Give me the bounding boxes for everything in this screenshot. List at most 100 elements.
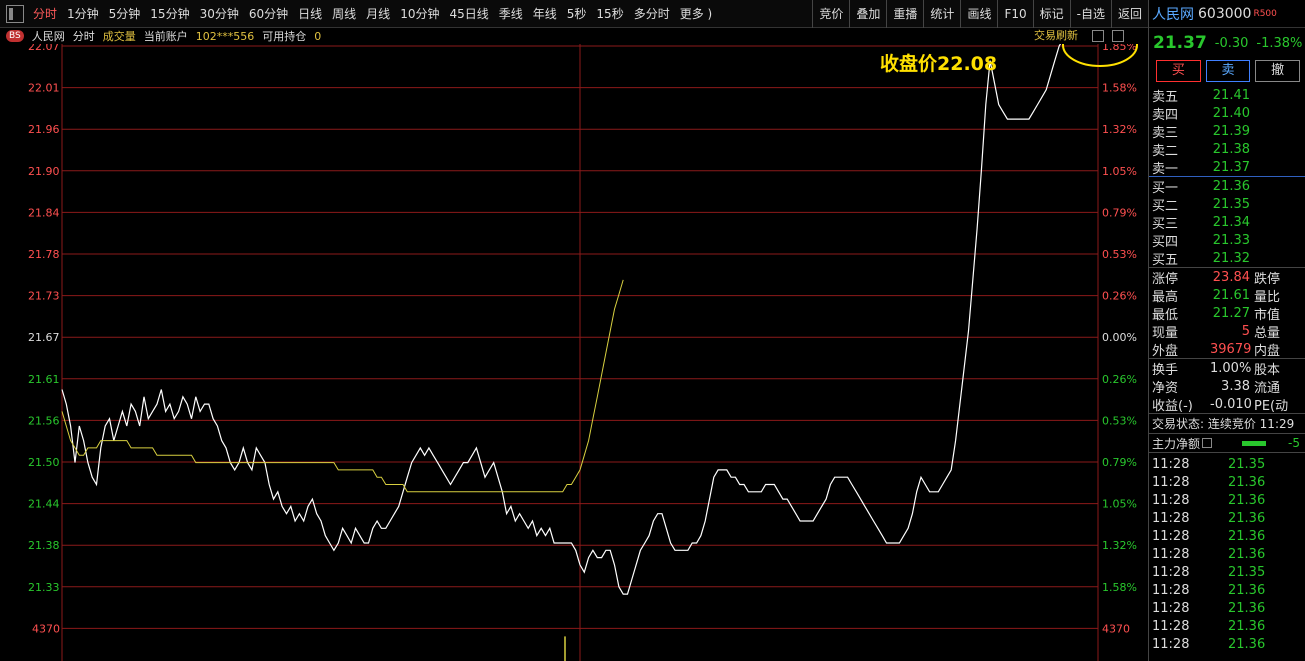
- asks-row[interactable]: 卖三 21.39: [1149, 122, 1305, 141]
- tick-price: 21.36: [1228, 510, 1266, 526]
- close-price-annotation: 收盘价22.08: [880, 52, 997, 75]
- y-tick-left: 21.84: [28, 206, 60, 219]
- stats-row: 现量 5 总量: [1149, 322, 1305, 341]
- period-tab[interactable]: 5分钟: [104, 5, 146, 22]
- cancel-order-button[interactable]: 撤: [1255, 60, 1301, 82]
- stock-name: 人民网: [31, 30, 65, 43]
- period-tab[interactable]: 日线: [293, 5, 327, 22]
- chart-canvas[interactable]: 22.07 1.85% 22.01 1.58% 21.96 1.32% 21.90 1.05%…: [0, 23, 1148, 661]
- period-tab[interactable]: 年线: [528, 5, 562, 22]
- bids-price: 21.36: [1212, 178, 1250, 194]
- settings-icon[interactable]: [1092, 30, 1104, 42]
- toolbar-button[interactable]: 返回: [1110, 0, 1148, 28]
- chart-mode[interactable]: 分时: [73, 28, 95, 44]
- period-tab[interactable]: 30分钟: [195, 5, 244, 22]
- toolbar-button[interactable]: 标记: [1032, 0, 1070, 28]
- y-tick-left: 21.44: [28, 498, 60, 511]
- y-tick-right: 0.26%: [1102, 290, 1137, 303]
- period-tab[interactable]: 多分时: [629, 5, 675, 22]
- stats-row: 最低 21.27 市值: [1149, 304, 1305, 323]
- period-tab[interactable]: 1分钟: [62, 5, 104, 22]
- tick-row[interactable]: 11:28 21.36: [1149, 599, 1305, 617]
- bids-price: 21.33: [1212, 232, 1250, 248]
- tick-row[interactable]: 11:28 21.36: [1149, 635, 1305, 653]
- asks-row[interactable]: 卖五 21.41: [1149, 86, 1305, 105]
- period-tab[interactable]: 60分钟: [244, 5, 293, 22]
- tick-row[interactable]: 11:28 21.35: [1149, 563, 1305, 581]
- list-icon[interactable]: [1202, 438, 1213, 448]
- bids-price: 21.32: [1212, 250, 1250, 266]
- tick-row[interactable]: 11:28 21.36: [1149, 617, 1305, 635]
- tick-time: 11:28: [1152, 600, 1190, 616]
- intraday-chart[interactable]: 22.07 1.85% 22.01 1.58% 21.96 1.32% 21.90 1.05%…: [0, 23, 1148, 661]
- bids-row[interactable]: 买三 21.34: [1149, 213, 1305, 232]
- period-tab[interactable]: 15分钟: [145, 5, 194, 22]
- toolbar-button[interactable]: 重播: [886, 0, 923, 28]
- panel-stock-name[interactable]: 人民网: [1152, 4, 1194, 24]
- tick-row[interactable]: 11:28 21.36: [1149, 491, 1305, 509]
- period-tab[interactable]: 周线: [327, 5, 361, 22]
- bids-row[interactable]: 买四 21.33: [1149, 231, 1305, 250]
- toolbar-button[interactable]: 竞价: [812, 0, 849, 28]
- sidebar-toggle-icon[interactable]: [6, 4, 24, 23]
- last-price: 21.37: [1153, 33, 1207, 53]
- period-toolbar: 分时 1分钟 5分钟 15分钟 30分钟 60分钟 日线 周线 月线 10分钟 45日线 季线 年线 5秒…: [0, 0, 1148, 28]
- toolbar-button[interactable]: F10: [997, 0, 1032, 28]
- period-tab[interactable]: 5秒: [562, 5, 592, 22]
- period-tab[interactable]: 更多 ): [675, 5, 718, 22]
- tick-row[interactable]: 11:28 21.36: [1149, 473, 1305, 491]
- period-tab[interactable]: 季线: [494, 5, 528, 22]
- bids-row[interactable]: 买一 21.36: [1149, 177, 1305, 196]
- period-tab[interactable]: 45日线: [444, 5, 493, 22]
- period-tab[interactable]: 10分钟: [395, 5, 444, 22]
- tick-row[interactable]: 11:28 21.36: [1149, 545, 1305, 563]
- asks-row[interactable]: 卖一 21.37: [1149, 158, 1305, 177]
- stats2-label2: 股本: [1254, 362, 1281, 378]
- bids-row[interactable]: 买五 21.32: [1149, 249, 1305, 268]
- tick-time: 11:28: [1152, 618, 1190, 634]
- bids-price: 21.35: [1212, 196, 1250, 212]
- main-flow[interactable]: 主力净额 -5: [1149, 433, 1305, 453]
- asks-price: 21.39: [1212, 123, 1250, 139]
- bids-label: 买四: [1152, 234, 1179, 250]
- tick-time: 11:28: [1152, 636, 1190, 652]
- asks-price: 21.37: [1212, 159, 1250, 175]
- stats-value: 39679: [1210, 341, 1252, 357]
- tick-row[interactable]: 11:28 21.36: [1149, 509, 1305, 527]
- buy-button[interactable]: 买: [1156, 60, 1201, 82]
- stats-label2: 总量: [1254, 325, 1281, 341]
- tick-price: 21.36: [1228, 618, 1266, 634]
- period-tab[interactable]: 15秒: [591, 5, 628, 22]
- bids-row[interactable]: 买二 21.35: [1149, 195, 1305, 214]
- period-tab[interactable]: 分时: [28, 5, 62, 22]
- y-tick-right: 1.05%: [1102, 165, 1137, 178]
- tick-row[interactable]: 11:28 21.36: [1149, 581, 1305, 599]
- tick-price: 21.36: [1228, 474, 1266, 490]
- tick-row[interactable]: 11:28 21.35: [1149, 455, 1305, 473]
- toolbar-button[interactable]: -自选: [1069, 0, 1111, 28]
- tick-price: 21.36: [1228, 492, 1266, 508]
- period-tab[interactable]: 月线: [361, 5, 395, 22]
- stats-row: 涨停 23.84 跌停: [1149, 268, 1305, 287]
- asks-row[interactable]: 卖四 21.40: [1149, 104, 1305, 123]
- sell-button[interactable]: 卖: [1205, 60, 1251, 82]
- y-tick-right: 0.79%: [1102, 456, 1137, 469]
- stats2-row: 净资 3.38 流通: [1149, 377, 1305, 396]
- stats-label2: 量比: [1254, 289, 1281, 305]
- tick-list[interactable]: 11:28 21.35 11:28 21.36 11:28 21.36 11:28 21.36…: [1149, 453, 1305, 653]
- window-icon[interactable]: [1112, 30, 1124, 42]
- toolbar-button[interactable]: 叠加: [849, 0, 886, 28]
- stats-block: 涨停 23.84 跌停 最高 21.61 量比 最低 21.27 市值 现量 5 总量 外盘 39679 内…: [1149, 267, 1305, 359]
- y-tick-right: 0.26%: [1102, 373, 1137, 386]
- y-tick-left: 21.50: [28, 456, 60, 469]
- trade-refresh[interactable]: 交易刷新: [1034, 28, 1078, 44]
- bs-badge[interactable]: BS: [6, 30, 24, 42]
- asks-row[interactable]: 卖二 21.38: [1149, 140, 1305, 159]
- toolbar-button[interactable]: 统计: [923, 0, 960, 28]
- tick-row[interactable]: 11:28 21.36: [1149, 527, 1305, 545]
- stats2-row: 收益(-) -0.010 PE(动: [1149, 395, 1305, 414]
- volume-indicator[interactable]: 成交量: [103, 28, 136, 44]
- y-tick-right: 1.85%: [1102, 44, 1137, 53]
- flow-label: 主力净额: [1152, 436, 1201, 451]
- toolbar-button[interactable]: 画线: [960, 0, 997, 28]
